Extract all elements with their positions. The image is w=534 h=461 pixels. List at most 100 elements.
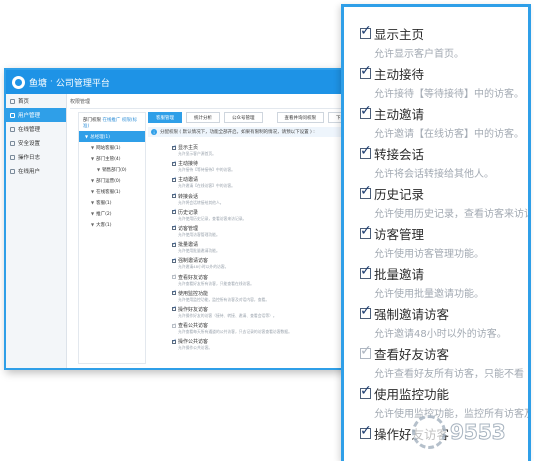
permission-title: 查看好友访客 — [374, 347, 450, 362]
caret-down-icon: ▼ — [91, 178, 95, 183]
sidebar-item-logs[interactable]: 操作日志 — [6, 150, 66, 164]
permission-desc: 允许邀请【在线访客】中的访客。 — [374, 129, 524, 140]
permission-checkbox[interactable] — [360, 103, 372, 119]
permission-checkbox[interactable] — [172, 338, 177, 344]
tree-node[interactable]: ▼ 部门运营(0) — [79, 175, 145, 186]
permission-item: 查看好友访客允许查看好友所有访客，只能查看在线访客。 — [172, 273, 354, 290]
sidebar-item-label: 在线管理 — [18, 127, 41, 133]
tree-node-label: 网站客服(1) — [96, 145, 121, 151]
permission-title: 访客管理 — [178, 225, 199, 232]
app-title: 公司管理平台 — [55, 78, 110, 89]
permission-checkbox[interactable] — [360, 143, 372, 159]
permission-item: 强制邀请访客允许邀请48小时以外的访客。 — [172, 257, 354, 273]
tree-node-label: 推广(2) — [96, 211, 112, 217]
permission-title: 显示主页 — [374, 27, 425, 42]
tree-node-label: 部门主管(4) — [96, 156, 121, 162]
title-separator: · — [50, 77, 53, 87]
sidebar-item-security[interactable]: 安全设置 — [6, 136, 66, 150]
permission-checkbox[interactable] — [172, 322, 177, 328]
permission-item: 查看公共访客允许查看每天所有通道的公共访客，只去记录的访客查看访客数据。 — [172, 322, 354, 338]
department-tree: 部门权限 在线推广 权限(标准) ▼ 总经理(1) ▼ 网站客服(1) ▼ 部门主管(… — [78, 112, 146, 364]
breadcrumb: 权限管理 — [70, 99, 91, 105]
tree-node[interactable]: ▼ 部门主管(4) — [79, 153, 145, 164]
permission-checkbox[interactable] — [360, 63, 372, 79]
permission-checkbox[interactable] — [172, 160, 177, 166]
tree-node-label: 在线客服(1) — [96, 189, 121, 195]
zoom-permission-item: 显示主页允许显示客户首页。 — [360, 23, 528, 60]
tab-statistics[interactable]: 统计分析 — [186, 112, 220, 123]
permission-checkbox[interactable] — [172, 144, 177, 150]
permission-checkbox[interactable] — [360, 303, 372, 319]
tree-node[interactable]: ▼ 网站客服(1) — [79, 142, 145, 153]
permission-checkbox[interactable] — [360, 343, 372, 359]
permission-title: 主动邀请 — [178, 177, 199, 184]
sidebar-item-online[interactable]: 在线管理 — [6, 122, 66, 136]
permission-item: 主动接待允许接待【等待接待】中的访客。 — [172, 160, 354, 176]
permission-desc: 允许查看每天所有通道的公共访客，只去记录的访客查看访客数据。 — [178, 329, 292, 335]
title-bar: 鱼塘 · 公司管理平台 — [6, 70, 354, 94]
permission-checkbox[interactable] — [360, 223, 372, 239]
permission-checkbox[interactable] — [172, 241, 177, 247]
permission-item: 访客管理允许使用访客管理功能。 — [172, 224, 354, 241]
permission-checkbox[interactable] — [172, 257, 177, 263]
sidebar-item-label: 在线用户 — [18, 169, 41, 175]
permission-checkbox[interactable] — [172, 305, 177, 312]
tree-node[interactable]: ▼ 总经理(1) — [79, 131, 145, 142]
permission-title: 使用监控功能 — [374, 387, 450, 402]
tree-header: 部门权限 在线推广 权限(标准) — [79, 113, 145, 131]
permission-checkbox[interactable] — [360, 23, 372, 39]
permission-title: 主动接待 — [178, 161, 199, 168]
tree-node[interactable]: ▼ 大客(1) — [79, 219, 145, 230]
permission-item: 主动邀请允许邀请【在线访客】中的访客。 — [172, 176, 354, 192]
permission-title: 历史记录 — [374, 187, 425, 202]
tree-node[interactable]: ▼ 推广(2) — [79, 208, 145, 219]
permission-checkbox[interactable] — [172, 289, 177, 296]
zoom-permission-item: 转接会话允许将会话转接给其他人。 — [360, 143, 528, 180]
tab-official-account[interactable]: 公众号管理 — [224, 112, 263, 123]
permission-title: 主动接待 — [374, 67, 425, 82]
zoom-permission-item: 主动接待允许接待【等待接待】中的访客。 — [360, 63, 528, 100]
permission-checkbox[interactable] — [360, 423, 372, 439]
permission-title: 访客管理 — [374, 227, 425, 242]
permission-checkbox[interactable] — [172, 176, 177, 182]
tree-node[interactable]: ▼ 在线客服(1) — [79, 186, 145, 197]
tree-node[interactable]: ▼ 销售部门(0) — [79, 164, 145, 175]
tab-view-permissions[interactable]: 查看并询问权限 — [276, 112, 324, 123]
permission-desc: 允许查看好友所有访客，只能查看在线访客。 — [178, 280, 254, 286]
home-icon — [10, 98, 15, 104]
permission-desc: 允许使用批量邀请功能。 — [374, 289, 484, 300]
tree-header-label: 部门权限 — [83, 118, 101, 123]
permission-desc: 允许使用历史记录，查看访客来访记录。 — [178, 215, 247, 221]
sidebar-item-users[interactable]: 用户管理 — [6, 108, 66, 122]
permission-list: 显示主页允许显示客户源首页。 主动接待允许接待【等待接待】中的访客。 主动邀请允… — [172, 144, 354, 354]
permission-desc: 允许显示客户首页。 — [374, 49, 464, 60]
monitor-icon — [10, 126, 15, 132]
zoom-permission-item: 批量邀请允许使用批量邀请功能。 — [360, 263, 528, 300]
permission-checkbox[interactable] — [360, 383, 372, 399]
permission-title: 显示主页 — [178, 145, 199, 151]
permission-title: 操作公共访客 — [178, 339, 209, 346]
permission-checkbox[interactable] — [360, 183, 372, 199]
permission-desc: 允许操作好友的访客（接待、转接、邀请、查看会话等）。 — [178, 312, 277, 318]
sidebar-item-label: 首页 — [18, 99, 30, 105]
sidebar-item-online-users[interactable]: 在线用户 — [6, 164, 66, 178]
permission-desc: 允许操作公共访客。 — [178, 345, 213, 351]
permission-desc: 允许使用监控功能，监控所有访客及 — [374, 409, 531, 420]
permission-title: 查看公共访客 — [178, 323, 209, 330]
sidebar-item-home[interactable]: 首页 — [6, 94, 66, 108]
permission-item: 历史记录允许使用历史记录，查看访客来访记录。 — [172, 208, 354, 225]
permission-checkbox[interactable] — [172, 273, 177, 279]
zoom-permission-item: 操作好友访客 — [360, 423, 528, 445]
permission-checkbox[interactable] — [172, 208, 177, 215]
permission-desc: 允许将会话转接给其他人。 — [178, 199, 224, 205]
permission-checkbox[interactable] — [172, 224, 177, 231]
permission-checkbox[interactable] — [360, 263, 372, 279]
app-name: 鱼塘 — [29, 78, 48, 89]
tab-service-management[interactable]: 客服管理 — [148, 112, 182, 123]
tree-node[interactable]: ▼ 客服(1) — [79, 197, 145, 208]
permission-title: 转接会话 — [374, 147, 425, 162]
app-window: 鱼塘 · 公司管理平台 首页 用户管理 在线管理 安全设置 操作日志 在线用户 … — [4, 68, 356, 370]
caret-down-icon: ▼ — [85, 134, 89, 139]
permission-checkbox[interactable] — [172, 192, 177, 199]
permission-desc: 允许将会话转接给其他人。 — [374, 169, 494, 180]
